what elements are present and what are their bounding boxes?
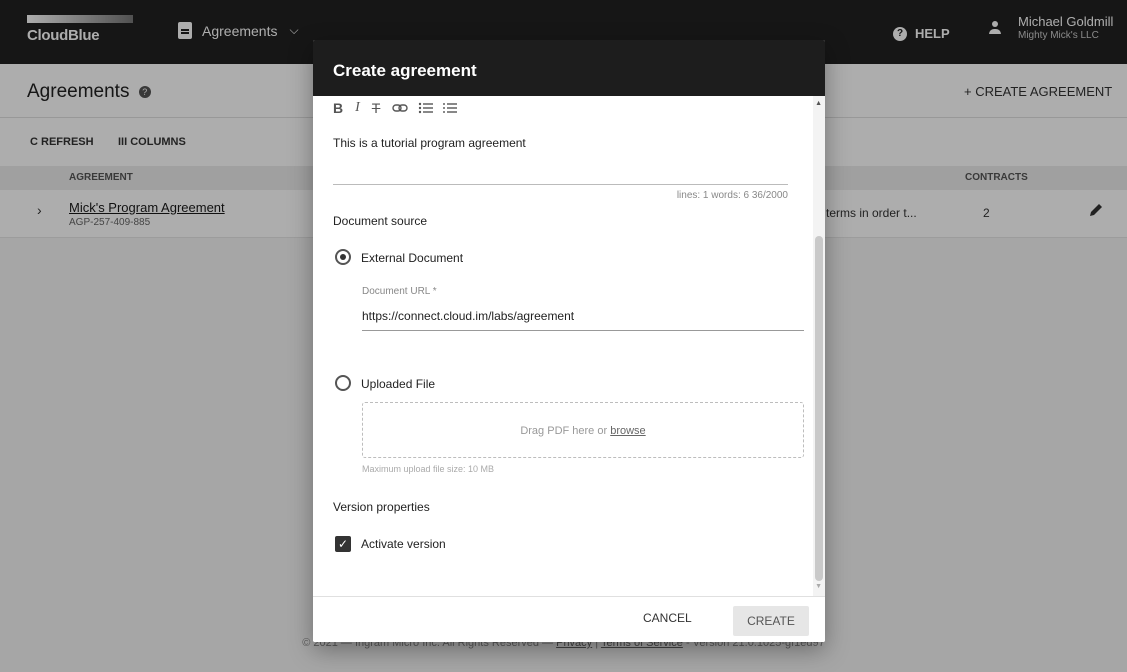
browse-link[interactable]: browse xyxy=(610,425,645,437)
scroll-down-arrow-icon[interactable]: ▼ xyxy=(815,583,822,590)
link-icon[interactable] xyxy=(392,101,409,115)
scroll-thumb[interactable] xyxy=(815,236,823,581)
document-url-label: Document URL * xyxy=(362,286,437,297)
external-document-radio[interactable] xyxy=(335,249,351,265)
document-source-label: Document source xyxy=(333,214,428,228)
editor-underline xyxy=(333,184,788,185)
create-agreement-dialog: Create agreement B I T This is a tutoria… xyxy=(313,40,825,642)
bulleted-list-icon[interactable] xyxy=(418,101,434,115)
bold-button[interactable]: B xyxy=(333,100,343,116)
formatting-toolbar: B I T xyxy=(333,100,458,116)
dropzone-text: Drag PDF here or xyxy=(520,425,608,437)
activate-version-checkbox[interactable]: ✓ xyxy=(335,536,351,552)
description-editor[interactable]: This is a tutorial program agreement xyxy=(333,136,526,150)
scroll-up-arrow-icon[interactable]: ▲ xyxy=(815,100,822,107)
max-upload-size: Maximum upload file size: 10 MB xyxy=(362,464,495,474)
create-button[interactable]: CREATE xyxy=(733,606,809,636)
numbered-list-icon[interactable] xyxy=(442,101,458,115)
dialog-body: B I T This is a tutorial program agreeme… xyxy=(313,96,825,596)
uploaded-file-label[interactable]: Uploaded File xyxy=(361,377,435,391)
strikethrough-button[interactable]: T xyxy=(372,100,381,116)
cancel-button[interactable]: CANCEL xyxy=(643,611,692,625)
editor-counter: lines: 1 words: 6 36/2000 xyxy=(676,190,788,201)
external-document-label[interactable]: External Document xyxy=(361,251,463,265)
dialog-scrollbar[interactable]: ▲ ▼ xyxy=(813,96,825,596)
dialog-footer: CANCEL CREATE xyxy=(313,596,825,642)
uploaded-file-radio[interactable] xyxy=(335,375,351,391)
document-url-underline xyxy=(362,330,804,331)
document-url-input[interactable]: https://connect.cloud.im/labs/agreement xyxy=(362,309,574,323)
activate-version-label[interactable]: Activate version xyxy=(361,537,446,551)
version-properties-label: Version properties xyxy=(333,500,430,514)
italic-button[interactable]: I xyxy=(355,100,360,116)
dialog-title: Create agreement xyxy=(313,40,825,96)
pdf-dropzone[interactable]: Drag PDF here or browse xyxy=(362,402,804,458)
